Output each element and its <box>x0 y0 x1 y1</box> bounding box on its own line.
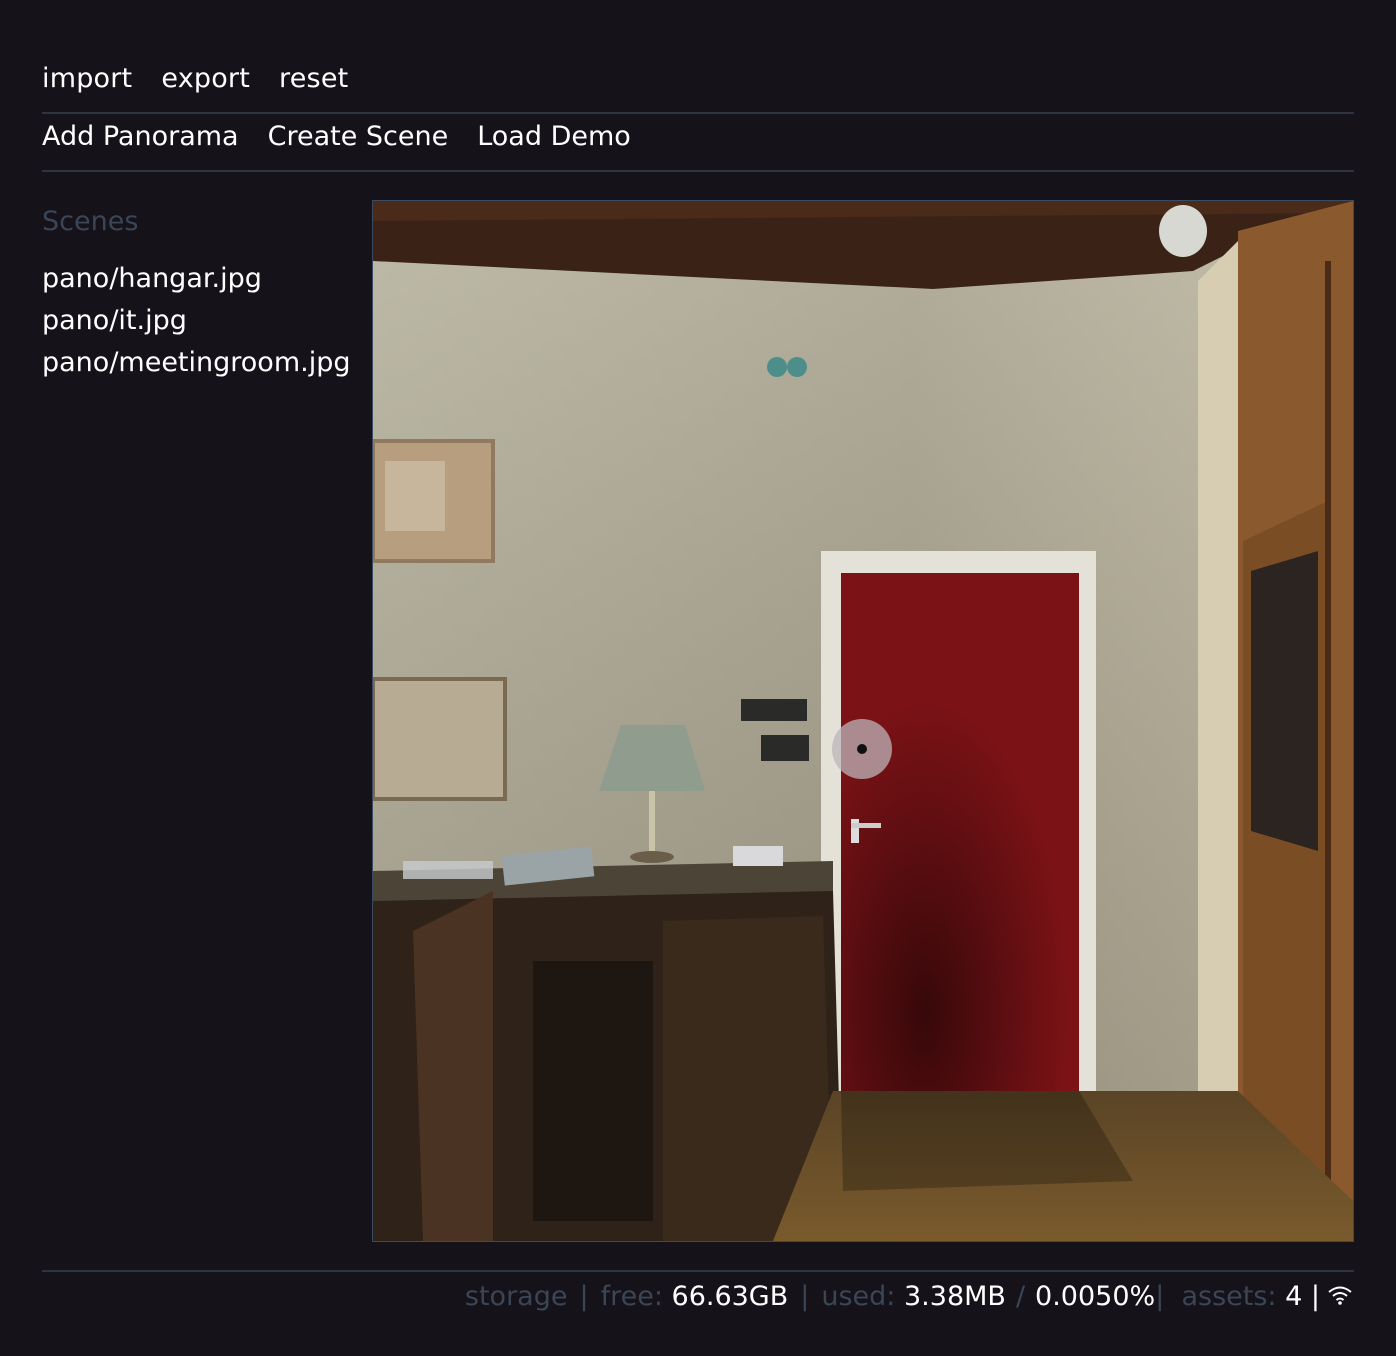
export-button[interactable]: export <box>161 63 250 94</box>
assets-value: 4 <box>1285 1280 1303 1312</box>
separator: | <box>1155 1280 1165 1312</box>
used-value: 3.38MB <box>904 1280 1006 1312</box>
scene-hotspot[interactable] <box>832 719 892 779</box>
reset-button[interactable]: reset <box>279 63 348 94</box>
scene-item-meetingroom[interactable]: pano/meetingroom.jpg <box>42 342 362 384</box>
load-demo-button[interactable]: Load Demo <box>477 121 631 152</box>
scene-item-hangar[interactable]: pano/hangar.jpg <box>42 258 362 300</box>
action-menu: Add Panorama Create Scene Load Demo <box>42 114 660 158</box>
slash: / <box>1015 1280 1026 1312</box>
divider <box>42 170 1354 172</box>
used-percent: 0.0050% <box>1035 1280 1156 1312</box>
add-panorama-button[interactable]: Add Panorama <box>42 121 239 152</box>
free-value: 66.63GB <box>671 1280 789 1312</box>
hotspot-center-icon <box>857 744 867 754</box>
storage-label: storage <box>464 1280 568 1312</box>
separator: | <box>579 1280 589 1312</box>
scenes-sidebar: Scenes pano/hangar.jpg pano/it.jpg pano/… <box>42 200 362 384</box>
create-scene-button[interactable]: Create Scene <box>268 121 449 152</box>
storage-status-bar: storage | free: 66.63GB | used: 3.38MB /… <box>465 1276 1354 1316</box>
used-label: used: <box>821 1280 896 1312</box>
wifi-icon <box>1328 1286 1352 1305</box>
separator: | <box>1310 1280 1320 1312</box>
import-button[interactable]: import <box>42 63 132 94</box>
scenes-heading: Scenes <box>42 206 139 237</box>
panorama-viewer[interactable] <box>372 200 1354 1242</box>
scene-list: pano/hangar.jpg pano/it.jpg pano/meeting… <box>42 258 362 384</box>
scene-item-it[interactable]: pano/it.jpg <box>42 300 362 342</box>
free-label: free: <box>600 1280 663 1312</box>
assets-label: assets: <box>1181 1280 1277 1312</box>
top-menu: import export reset <box>42 56 377 100</box>
divider <box>42 1270 1354 1272</box>
separator: | <box>800 1280 810 1312</box>
